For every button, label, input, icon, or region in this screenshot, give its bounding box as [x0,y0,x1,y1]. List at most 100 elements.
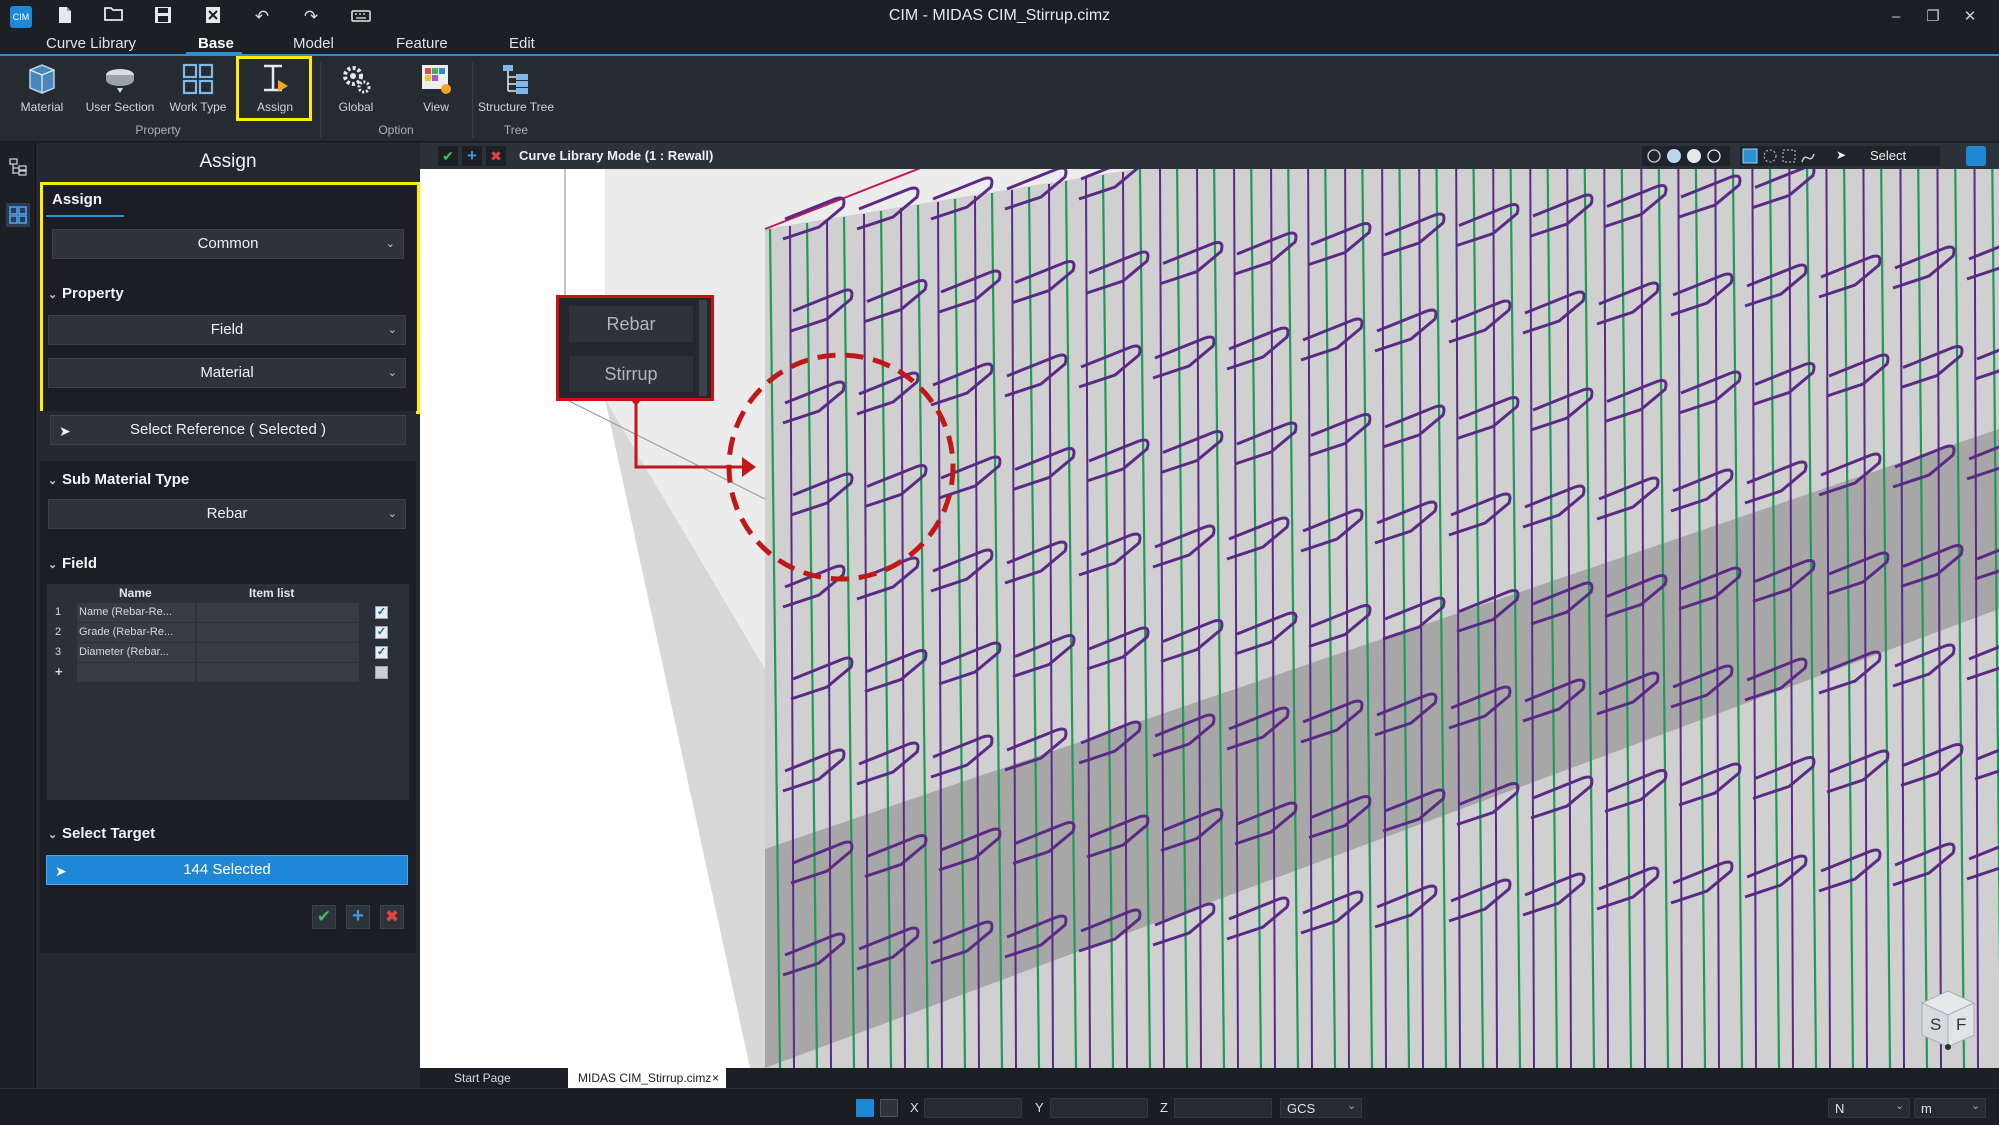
render-mode-icons[interactable] [1642,146,1730,166]
field-table: Name Item list 1 Name (Rebar-Re... ✓ 2 G… [46,583,410,801]
new-file-icon[interactable] [54,6,76,28]
tab-edit[interactable]: Edit [509,35,535,52]
chevron-down-icon: ⌄ [1971,1100,1981,1112]
table-row[interactable]: 3 Diameter (Rebar... ✓ [47,643,411,663]
select-target-header[interactable]: ⌄ Select Target [48,825,155,842]
restore-icon[interactable]: ❐ [1915,5,1951,29]
ribbon-separator [472,62,473,138]
close-icon[interactable]: ✖ [486,146,506,166]
save-icon[interactable] [152,6,174,28]
assign-panel-icon[interactable] [6,203,30,227]
tab-feature[interactable]: Feature [396,35,448,52]
active-tab-indicator [186,52,242,55]
navcube-left-face: S [1930,1015,1942,1034]
snap-icon[interactable] [856,1099,874,1117]
tree-view-icon[interactable] [8,157,28,177]
ribbon-group-option: Option [378,123,414,137]
length-unit-select[interactable]: m ⌄ [1914,1098,1986,1118]
tab-model[interactable]: Model [293,35,334,52]
field-header[interactable]: ⌄ Field [48,555,97,572]
app-logo-icon[interactable]: CIM [10,6,32,28]
add-icon[interactable]: + [462,146,482,166]
selection-mode-icons[interactable] [1740,146,1830,166]
confirm-icon[interactable]: ✔ [438,146,458,166]
ribbon-group-tree: Tree [503,123,529,137]
rebar-option[interactable]: Rebar [569,306,693,342]
status-bar: X Y Z GCS ⌄ N ⌄ m ⌄ [0,1088,1999,1125]
title-bar: CIM ↶ ↷ CIM - MIDAS CIM_Stirrup.cimz – ❐… [0,0,1999,34]
view-button[interactable]: View [406,60,466,124]
chevron-down-icon: ⌄ [387,508,397,520]
close-icon[interactable]: ✕ [1952,5,1988,29]
table-row[interactable]: 1 Name (Rebar-Re... ✓ [47,603,411,623]
keyboard-icon[interactable] [350,6,372,28]
stirrup-option[interactable]: Stirrup [569,356,693,392]
row-number: 3 [55,646,62,658]
row-name[interactable]: Name (Rebar-Re... [77,603,195,622]
row-item-list[interactable] [197,663,359,682]
cursor-icon: ➤ [55,863,67,879]
grid-icon[interactable] [880,1099,898,1117]
view-settings-icon[interactable] [1966,146,1986,166]
add-button[interactable]: + [346,905,370,929]
material-icon [29,64,55,94]
work-type-button[interactable]: Work Type [166,60,230,124]
open-folder-icon[interactable] [103,6,125,28]
global-button[interactable]: Global [326,60,386,124]
close-file-icon[interactable] [202,6,224,28]
table-row[interactable]: 2 Grade (Rebar-Re... ✓ [47,623,411,643]
force-unit-select[interactable]: N ⌄ [1828,1098,1910,1118]
tab-curve-library[interactable]: Curve Library [46,35,136,52]
3d-viewport[interactable]: Rebar Stirrup S F [420,169,1999,1068]
viewport-toolbar: ✔ + ✖ Curve Library Mode (1 : Rewall) ➤ … [420,143,1999,169]
row-checkbox[interactable]: ✓ [375,646,388,659]
user-section-label: User Section [85,100,155,114]
structure-tree-button[interactable]: Structure Tree [476,60,556,124]
length-unit-value: m [1921,1101,1932,1116]
select-tool[interactable]: ➤ Select [1830,146,1940,166]
undo-icon[interactable]: ↶ [251,6,273,28]
select-target-button[interactable]: ➤ 144 Selected [46,855,408,885]
cancel-button[interactable]: ✖ [380,905,404,929]
redo-icon[interactable]: ↷ [300,6,322,28]
tab-base[interactable]: Base [198,35,234,52]
z-coordinate-field[interactable] [1174,1098,1272,1118]
row-item-list[interactable] [197,623,359,642]
close-icon[interactable]: × [712,1071,719,1085]
chevron-down-icon: ⌄ [1895,1100,1905,1112]
y-coordinate-field[interactable] [1050,1098,1148,1118]
table-row-new[interactable]: + [47,663,411,683]
coordinate-system-select[interactable]: GCS ⌄ [1280,1098,1362,1118]
view-label: View [423,100,449,114]
tab-active-document[interactable]: MIDAS CIM_Stirrup.cimz × [568,1068,726,1088]
document-tabs: Start Page × MIDAS CIM_Stirrup.cimz × [420,1068,1999,1088]
sub-material-dropdown[interactable]: Rebar ⌄ [48,499,406,529]
apply-button[interactable]: ✔ [312,905,336,929]
minimize-icon[interactable]: – [1878,5,1914,29]
row-name[interactable] [77,663,195,682]
material-label: Material [20,100,64,114]
row-checkbox[interactable]: ✓ [375,626,388,639]
user-section-button[interactable]: User Section [82,60,158,124]
gear-icon [343,66,371,94]
table-header-item-list: Item list [249,586,295,600]
sub-material-header[interactable]: ⌄ Sub Material Type [48,471,189,488]
x-coordinate-field[interactable] [924,1098,1022,1118]
navigation-cube[interactable]: S F [1916,985,1980,1055]
row-name[interactable]: Grade (Rebar-Re... [77,623,195,642]
global-label: Global [338,100,374,114]
row-checkbox[interactable] [375,666,388,679]
menu-bar: Curve Library Base Model Feature Edit [0,34,1999,56]
material-button[interactable]: Material [12,60,72,124]
add-row-icon[interactable]: + [55,664,63,679]
select-reference-button[interactable]: ➤ Select Reference ( Selected ) [50,415,406,445]
callout-scrollbar[interactable] [699,300,707,396]
select-target-header-label: Select Target [62,825,156,842]
row-item-list[interactable] [197,643,359,662]
row-checkbox[interactable]: ✓ [375,606,388,619]
tab-start-page[interactable]: Start Page × [444,1068,584,1088]
row-name[interactable]: Diameter (Rebar... [77,643,195,662]
select-target-block [40,953,416,1038]
row-item-list[interactable] [197,603,359,622]
work-type-icon [182,63,214,95]
